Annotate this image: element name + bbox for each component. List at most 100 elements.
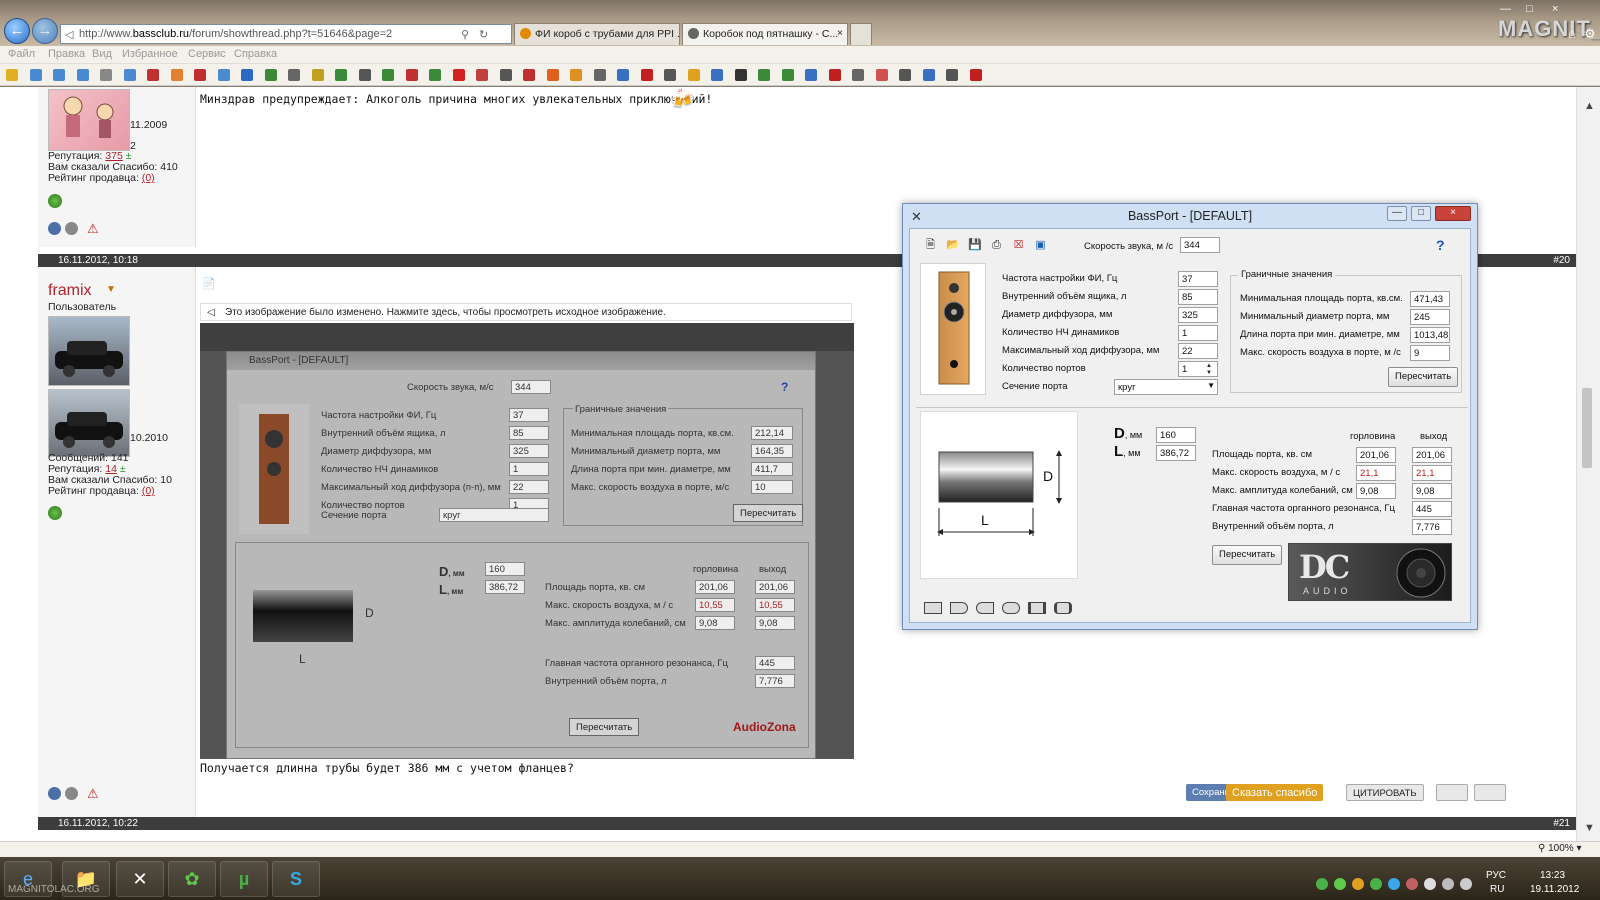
port-flanged-flared-icon[interactable]: [1054, 602, 1072, 614]
port-flanged-icon[interactable]: [1028, 602, 1046, 614]
favorite-link-icon[interactable]: [852, 69, 864, 81]
param-input[interactable]: 1: [1178, 361, 1218, 377]
address-bar[interactable]: ◁ http://www.bassclub.ru/forum/showthrea…: [60, 24, 512, 44]
favorite-link-icon[interactable]: [758, 69, 770, 81]
clock-time[interactable]: 13:23: [1540, 870, 1565, 881]
delete-icon[interactable]: ☒: [1012, 239, 1025, 252]
new-tab-button[interactable]: [850, 23, 872, 45]
port-section-select[interactable]: круг ▼: [1114, 379, 1218, 395]
favorite-link-icon[interactable]: [358, 69, 371, 81]
param-input[interactable]: 325: [1178, 307, 1218, 323]
tray-icon[interactable]: [1316, 878, 1328, 890]
favorite-link-icon[interactable]: [147, 69, 159, 81]
favorite-link-icon[interactable]: [264, 69, 277, 81]
quote-button[interactable]: ЦИТИРОВАТЬ: [1346, 784, 1424, 801]
port-double-flare-icon[interactable]: [1002, 602, 1020, 614]
favorite-link-icon[interactable]: [29, 69, 42, 81]
scroll-up-icon[interactable]: ▲: [1584, 100, 1595, 112]
zoom-level[interactable]: ⚲ 100% ▾: [1538, 843, 1582, 854]
avatar[interactable]: [48, 89, 130, 151]
favorite-link-icon[interactable]: [288, 69, 300, 81]
favorite-link-icon[interactable]: [100, 69, 112, 81]
gear-icon[interactable]: ⚙: [1584, 26, 1596, 42]
port-flared-exit-icon[interactable]: [950, 602, 968, 614]
favorite-link-icon[interactable]: [241, 69, 253, 81]
tray-icon[interactable]: [1352, 878, 1364, 890]
help-icon[interactable]: ?: [1436, 237, 1445, 253]
tray-icon[interactable]: [1334, 878, 1346, 890]
favorite-link-icon[interactable]: [53, 69, 65, 81]
scrollbar-thumb[interactable]: [1582, 388, 1592, 468]
favorite-link-icon[interactable]: [899, 69, 911, 81]
close-icon[interactable]: ×: [1552, 3, 1558, 15]
gears-icon[interactable]: [65, 222, 78, 235]
volume-icon[interactable]: [1460, 878, 1472, 890]
seller-rating-link[interactable]: (0): [142, 172, 155, 184]
post-number[interactable]: #20: [1553, 255, 1570, 266]
tray-icon[interactable]: [1388, 878, 1400, 890]
menu-edit[interactable]: Правка: [48, 48, 85, 60]
favorite-link-icon[interactable]: [499, 69, 512, 81]
save-icon[interactable]: 💾: [968, 239, 982, 252]
d-input[interactable]: 160: [1156, 427, 1196, 443]
seller-rating-link[interactable]: (0): [142, 485, 155, 497]
l-input[interactable]: 386,72: [1156, 445, 1196, 461]
favorite-link-icon[interactable]: [805, 69, 817, 81]
favorite-link-icon[interactable]: [6, 69, 18, 81]
recalc-port-button[interactable]: Пересчитать: [1212, 545, 1283, 565]
post-number[interactable]: #21: [1553, 818, 1570, 829]
param-input[interactable]: 22: [1178, 343, 1218, 359]
refresh-icon[interactable]: ↻: [479, 28, 488, 41]
monitor-icon[interactable]: ▣: [1034, 239, 1047, 252]
warning-icon[interactable]: ⚠: [87, 787, 100, 800]
tray-icon[interactable]: [1406, 878, 1418, 890]
menu-view[interactable]: Вид: [92, 48, 112, 60]
favorite-link-icon[interactable]: [335, 69, 347, 81]
favorite-link-icon[interactable]: [687, 69, 700, 81]
favorite-link-icon[interactable]: [405, 69, 418, 81]
favorite-link-icon[interactable]: [781, 69, 794, 81]
back-button[interactable]: ←: [4, 18, 30, 44]
menu-help[interactable]: Справка: [234, 48, 277, 60]
recalc-limits-button[interactable]: Пересчитать: [1388, 367, 1459, 387]
favorite-link-icon[interactable]: [523, 69, 535, 81]
port-count-spinner-icon[interactable]: ▲ ▼: [1206, 363, 1212, 377]
favorite-link-icon[interactable]: [875, 69, 888, 81]
language-indicator[interactable]: РУС: [1486, 870, 1506, 881]
multiquote-button[interactable]: [1436, 784, 1468, 801]
favorite-link-icon[interactable]: [922, 69, 935, 81]
favorite-link-icon[interactable]: [946, 69, 958, 81]
maximize-icon[interactable]: □: [1526, 3, 1533, 15]
favorite-link-icon[interactable]: [570, 69, 582, 81]
favorite-link-icon[interactable]: [734, 69, 747, 81]
flag-icon[interactable]: [1424, 878, 1436, 890]
avatar[interactable]: [48, 316, 130, 386]
param-input[interactable]: 1: [1178, 325, 1218, 341]
gears-icon[interactable]: [65, 787, 78, 800]
menu-file[interactable]: Файл: [8, 48, 35, 60]
favorite-link-icon[interactable]: [429, 69, 441, 81]
say-thanks-button[interactable]: Сказать спасибо: [1226, 784, 1324, 801]
warning-icon[interactable]: ⚠: [87, 222, 100, 235]
favorite-link-icon[interactable]: [711, 69, 723, 81]
attached-photo[interactable]: BassPort - [DEFAULT] Скорость звука, м/с…: [200, 323, 854, 759]
param-input[interactable]: 37: [1178, 271, 1218, 287]
icq-taskbar-icon[interactable]: ✿: [168, 861, 216, 897]
image-resized-notice[interactable]: ◁ Это изображение было изменено. Нажмите…: [200, 303, 852, 321]
port-straight-icon[interactable]: [924, 602, 942, 614]
favorite-link-icon[interactable]: [76, 69, 89, 81]
skype-taskbar-icon[interactable]: S: [272, 861, 320, 897]
favorite-link-icon[interactable]: [828, 69, 841, 81]
close-button[interactable]: ×: [1435, 206, 1471, 221]
open-folder-icon[interactable]: 📂: [946, 239, 960, 252]
favorite-link-icon[interactable]: [194, 69, 206, 81]
minimize-icon[interactable]: —: [1500, 3, 1511, 15]
sound-speed-input[interactable]: 344: [1180, 237, 1220, 253]
reply-button[interactable]: [1474, 784, 1506, 801]
tab-2[interactable]: Коробок под пятнашку - С... ×: [682, 23, 848, 45]
minimize-button[interactable]: —: [1387, 206, 1407, 221]
favorite-link-icon[interactable]: [311, 69, 324, 81]
username[interactable]: framix: [48, 282, 92, 300]
home-icon[interactable]: ⌂: [1568, 26, 1576, 41]
favorite-link-icon[interactable]: [593, 69, 606, 81]
